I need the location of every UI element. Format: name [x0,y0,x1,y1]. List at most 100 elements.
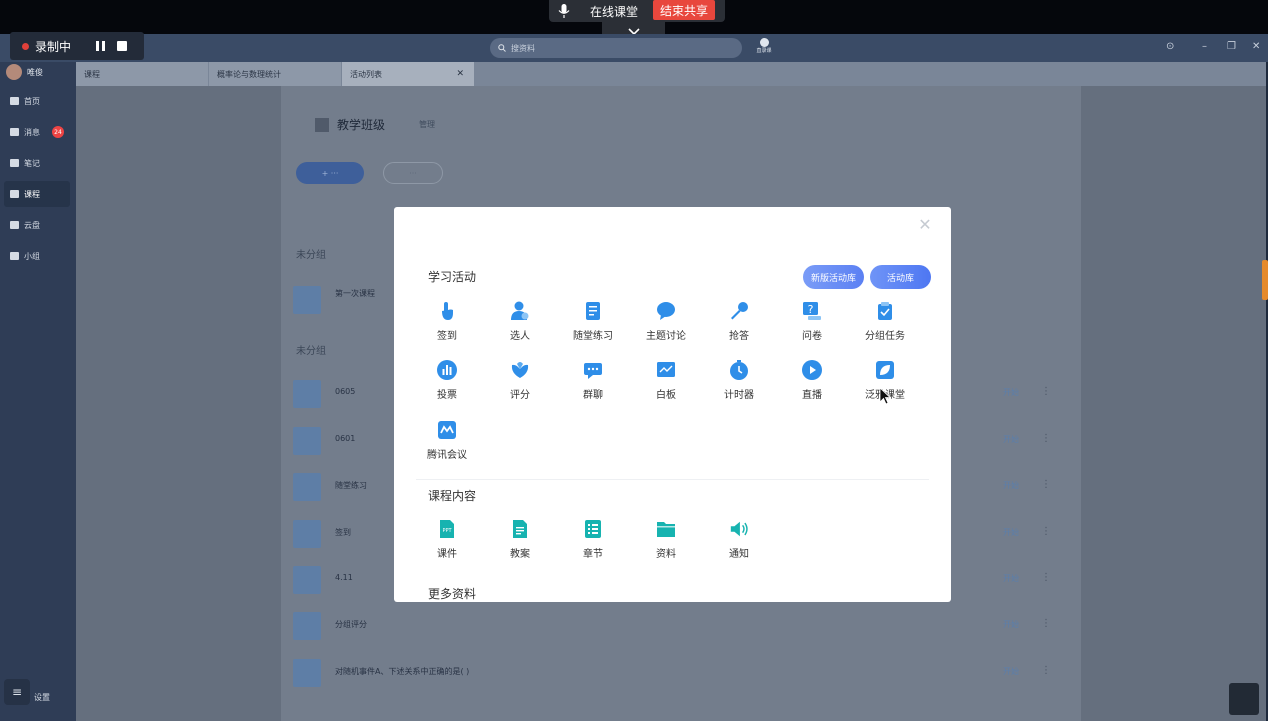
minimize-icon[interactable]: – [1202,41,1207,52]
activity-exercise[interactable]: 随堂练习 [557,301,629,342]
class-icon [315,117,329,132]
activity-questionnaire[interactable]: ? 问卷 [776,301,848,342]
more-icon[interactable]: ⋮ [1041,479,1051,490]
more-icon[interactable]: ⋮ [1041,572,1051,583]
group-icon [10,252,19,260]
more-icon[interactable]: ⋮ [1041,526,1051,537]
activity-pick-person[interactable]: 选人 [484,301,556,342]
floating-tool-button[interactable] [1229,683,1259,715]
table-row[interactable]: 分组评分 开始 ⋮ [293,608,1058,646]
start-button[interactable]: 开始 [1003,619,1019,630]
stop-icon[interactable] [117,41,127,51]
unread-badge: 24 [52,126,64,138]
clipboard-icon [875,301,895,321]
activity-group-task[interactable]: 分组任务 [849,301,921,342]
activity-checkin[interactable]: 签到 [411,301,483,342]
more-icon[interactable]: ⋮ [1041,618,1051,629]
note-icon [10,159,19,167]
sidebar: 唯俊 首页 消息 24 笔记 课程 云盘 小组 ≡ 设置 [0,62,76,721]
activity-tencent-meeting[interactable]: 腾讯会议 [411,420,483,461]
start-button[interactable]: 开始 [1003,387,1019,398]
leaf-icon [875,360,895,380]
sidebar-item-groups[interactable]: 小组 [4,243,70,269]
activity-discussion[interactable]: 主题讨论 [630,301,702,342]
microphone-icon[interactable] [549,0,579,22]
close-icon[interactable]: ✕ [917,217,933,233]
start-button[interactable]: 开始 [1003,573,1019,584]
page-title: 教学班级 管理 [315,116,435,133]
more-icon[interactable]: ⋮ [1041,386,1051,397]
content-materials[interactable]: 资料 [630,519,702,560]
restore-icon[interactable]: ❐ [1227,41,1236,52]
sidebar-item-home[interactable]: 首页 [4,88,70,114]
scrollbar-thumb[interactable] [1262,260,1268,300]
settings-label[interactable]: 设置 [34,692,50,703]
close-tab-icon[interactable]: ✕ [456,69,464,79]
more-icon[interactable]: ⋮ [1041,433,1051,444]
content-notice[interactable]: 通知 [703,519,775,560]
content-lesson-plan[interactable]: 教案 [484,519,556,560]
activity-vote[interactable]: 投票 [411,360,483,401]
search-placeholder: 搜资料 [511,43,535,53]
more-icon[interactable]: ⋮ [1041,665,1051,676]
tab-activity-list[interactable]: 活动列表 ✕ [342,62,474,86]
start-button[interactable]: 开始 [1003,434,1019,445]
new-library-button[interactable]: 新版活动库 [803,265,864,289]
tab-probability[interactable]: 概率论与数理统计 [209,62,341,86]
sidebar-item-courses[interactable]: 课程 [4,181,70,207]
recording-label: 录制中 [35,39,72,54]
tab-courses[interactable]: 课程 [76,62,208,86]
activity-group-chat[interactable]: 群聊 [557,360,629,401]
content-courseware[interactable]: PPT 课件 [411,519,483,560]
person-icon [510,301,530,321]
pause-icon[interactable] [96,41,105,51]
hand-icon [437,301,457,321]
svg-text:PPT: PPT [442,528,452,534]
section-title-more: 更多资料 [428,587,477,601]
group-chat-icon [583,360,603,380]
content-chapter[interactable]: 章节 [557,519,629,560]
activity-thumb [293,612,321,640]
download-icon[interactable]: ⊙ [1166,41,1174,52]
search-icon [498,44,506,52]
start-button[interactable]: 开始 [1003,666,1019,677]
library-button[interactable]: 活动库 [870,265,931,289]
app-header: 搜资料 直录课 ⊙ – ❐ ✕ [0,34,1268,62]
plus-icon [759,38,769,47]
end-share-button[interactable]: 结束共享 [653,0,715,20]
upload-button[interactable]: ··· [383,162,443,184]
graduation-cap-icon [10,190,19,198]
sidebar-item-notes[interactable]: 笔记 [4,150,70,176]
activity-score[interactable]: 评分 [484,360,556,401]
search-input[interactable]: 搜资料 [490,38,742,58]
record-lesson-button[interactable]: 直录课 [755,38,773,54]
activity-thumb [293,286,321,314]
share-controls: 在线课堂 结束共享 [549,0,725,22]
activity-whiteboard[interactable]: 白板 [630,360,702,401]
tab-bar: 课程 概率论与数理统计 活动列表 ✕ [76,62,1266,86]
meeting-icon [437,420,457,440]
activity-quick-answer[interactable]: 抢答 [703,301,775,342]
start-button[interactable]: 开始 [1003,480,1019,491]
ppt-icon: PPT [437,519,457,539]
message-icon [10,128,19,136]
close-window-icon[interactable]: ✕ [1252,41,1260,52]
manage-link[interactable]: 管理 [419,119,435,130]
svg-text:?: ? [808,303,814,316]
section-title-learning: 学习活动 [428,270,477,284]
activity-timer[interactable]: 计时器 [703,360,775,401]
add-activity-button[interactable]: + ··· [296,162,364,184]
activity-live[interactable]: 直播 [776,360,848,401]
sidebar-item-messages[interactable]: 消息 24 [4,119,70,145]
screen-share-bar: 在线课堂 结束共享 [0,0,1268,42]
sidebar-item-cloud[interactable]: 云盘 [4,212,70,238]
table-row[interactable]: 对随机事件A、下述关系中正确的是( ) 开始 ⋮ [293,655,1058,693]
user-profile[interactable]: 唯俊 [6,64,43,80]
activity-thumb [293,380,321,408]
start-button[interactable]: 开始 [1003,527,1019,538]
section-divider [416,479,929,480]
section-title-content: 课程内容 [428,489,477,503]
activity-thumb [293,427,321,455]
menu-icon[interactable]: ≡ [4,679,30,705]
record-dot-icon [22,42,29,50]
